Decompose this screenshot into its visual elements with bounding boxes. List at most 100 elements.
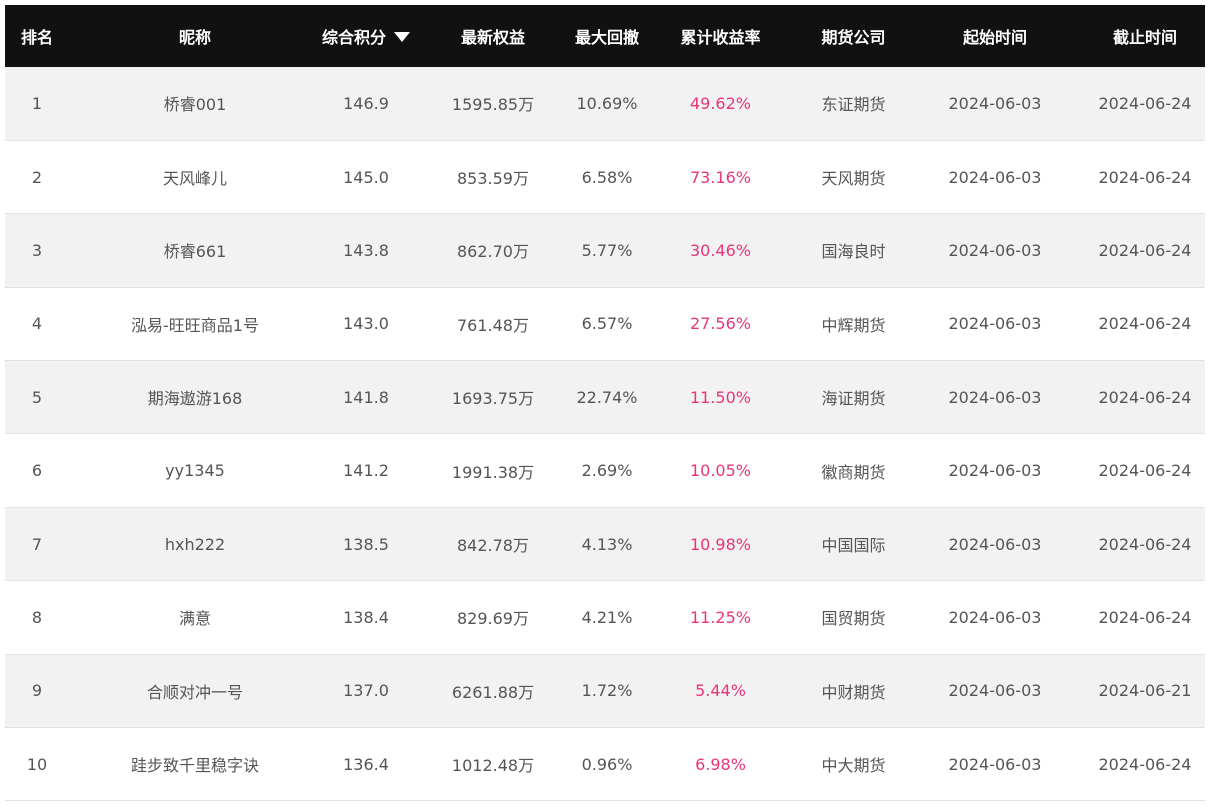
- cell-end-time: 2024-06-24: [1098, 461, 1192, 481]
- header-score[interactable]: 综合积分: [321, 5, 411, 67]
- cell-rank: 3: [31, 240, 43, 260]
- table-row: 9 合顺对冲一号 137.0 6261.88万 1.72% 5.44% 中财期货 2024-0…: [5, 654, 1205, 728]
- cell-start-time: 2024-06-03: [948, 167, 1042, 187]
- cell-start-time: 2024-06-03: [948, 534, 1042, 554]
- cell-end-time: 2024-06-21: [1098, 681, 1192, 701]
- cell-drawdown: 22.74%: [576, 387, 638, 407]
- cell-return: 30.46%: [689, 240, 751, 260]
- cell-drawdown: 6.58%: [581, 167, 633, 187]
- cell-nickname: hxh222: [164, 534, 226, 554]
- cell-company: 国贸期货: [821, 609, 886, 629]
- cell-end-time: 2024-06-24: [1098, 607, 1192, 627]
- cell-nickname: 天风峰儿: [162, 169, 227, 189]
- table-row: 1 桥睿001 146.9 1595.85万 10.69% 49.62% 东证期货 2024-…: [5, 67, 1205, 141]
- header-company: 期货公司: [821, 28, 886, 47]
- cell-equity: 1012.48万: [451, 756, 535, 776]
- header-return: 累计收益率: [680, 28, 761, 47]
- cell-drawdown: 6.57%: [581, 314, 633, 334]
- cell-end-time: 2024-06-24: [1098, 534, 1192, 554]
- cell-rank: 8: [31, 607, 43, 627]
- cell-return: 27.56%: [689, 314, 751, 334]
- cell-rank: 5: [31, 387, 43, 407]
- cell-rank: 7: [31, 534, 43, 554]
- cell-equity: 6261.88万: [451, 682, 535, 702]
- ranking-table: 排名 昵称 综合积分 最新权益 最大回撤 累计收益率 期货公司 起始时间 截止时…: [5, 5, 1205, 801]
- cell-nickname: 合顺对冲一号: [146, 682, 243, 702]
- cell-nickname: 桥睿001: [163, 95, 227, 115]
- cell-equity: 842.78万: [457, 536, 529, 556]
- cell-end-time: 2024-06-24: [1098, 167, 1192, 187]
- cell-equity: 853.59万: [457, 169, 529, 189]
- cell-drawdown: 4.13%: [581, 534, 633, 554]
- cell-company: 东证期货: [821, 95, 886, 115]
- cell-end-time: 2024-06-24: [1098, 754, 1192, 774]
- cell-drawdown: 4.21%: [581, 607, 633, 627]
- table-row: 5 期海遨游168 141.8 1693.75万 22.74% 11.50% 海证期货 202…: [5, 360, 1205, 434]
- header-rank: 排名: [20, 28, 53, 47]
- header-nickname: 昵称: [178, 28, 211, 47]
- cell-nickname: 泓易-旺旺商品1号: [131, 315, 259, 335]
- cell-return: 10.98%: [689, 534, 751, 554]
- cell-return: 10.05%: [689, 461, 751, 481]
- cell-drawdown: 0.96%: [581, 754, 633, 774]
- cell-score: 138.4: [343, 607, 389, 627]
- cell-company: 中国国际: [821, 536, 886, 556]
- cell-end-time: 2024-06-24: [1098, 387, 1192, 407]
- cell-drawdown: 5.77%: [581, 240, 633, 260]
- cell-company: 中大期货: [821, 756, 886, 776]
- cell-equity: 761.48万: [457, 315, 529, 335]
- cell-return: 11.25%: [689, 607, 751, 627]
- header-drawdown: 最大回撤: [575, 28, 640, 47]
- cell-drawdown: 2.69%: [581, 461, 633, 481]
- cell-company: 国海良时: [821, 242, 886, 262]
- cell-score: 141.8: [343, 387, 389, 407]
- table-row: 7 hxh222 138.5 842.78万 4.13% 10.98% 中国国际 2024-0…: [5, 507, 1205, 581]
- cell-company: 中财期货: [821, 682, 886, 702]
- cell-return: 6.98%: [695, 754, 746, 774]
- table-row: 3 桥睿661 143.8 862.70万 5.77% 30.46% 国海良时 2024-06…: [5, 213, 1205, 288]
- cell-start-time: 2024-06-03: [948, 461, 1042, 481]
- cell-score: 143.0: [343, 314, 389, 334]
- cell-return: 5.44%: [695, 681, 746, 701]
- cell-rank: 2: [31, 167, 43, 187]
- sort-descending-icon[interactable]: [394, 32, 410, 42]
- cell-rank: 6: [31, 461, 43, 481]
- cell-score: 136.4: [343, 754, 389, 774]
- cell-equity: 1693.75万: [451, 389, 535, 409]
- cell-start-time: 2024-06-03: [948, 387, 1042, 407]
- cell-rank: 4: [31, 314, 43, 334]
- cell-equity: 1991.38万: [451, 462, 535, 482]
- table-row: 6 yy1345 141.2 1991.38万 2.69% 10.05% 徽商期货 2024-…: [5, 433, 1205, 508]
- cell-score: 141.2: [343, 461, 389, 481]
- cell-return: 73.16%: [689, 167, 751, 187]
- table-body: 1 桥睿001 146.9 1595.85万 10.69% 49.62% 东证期货 2024-…: [5, 67, 1205, 801]
- table-header: 排名 昵称 综合积分 最新权益 最大回撤 累计收益率 期货公司 起始时间 截止时…: [5, 5, 1205, 67]
- cell-equity: 1595.85万: [451, 95, 535, 115]
- cell-company: 徽商期货: [821, 462, 886, 482]
- cell-score: 145.0: [343, 167, 389, 187]
- cell-rank: 10: [26, 754, 48, 774]
- cell-start-time: 2024-06-03: [948, 681, 1042, 701]
- ranking-table-container: 排名 昵称 综合积分 最新权益 最大回撤 累计收益率 期货公司 起始时间 截止时…: [5, 5, 1205, 808]
- cell-drawdown: 1.72%: [581, 681, 633, 701]
- header-equity: 最新权益: [460, 28, 525, 47]
- cell-return: 49.62%: [689, 93, 751, 113]
- cell-start-time: 2024-06-03: [948, 240, 1042, 260]
- cell-score: 146.9: [343, 93, 389, 113]
- header-score-label[interactable]: 综合积分: [322, 28, 386, 47]
- cell-start-time: 2024-06-03: [948, 607, 1042, 627]
- header-start-time: 起始时间: [962, 28, 1027, 47]
- cell-score: 137.0: [343, 681, 389, 701]
- table-row: 4 泓易-旺旺商品1号 143.0 761.48万 6.57% 27.56% 中辉期货 202…: [5, 287, 1205, 361]
- cell-start-time: 2024-06-03: [948, 93, 1042, 113]
- cell-end-time: 2024-06-24: [1098, 240, 1192, 260]
- cell-company: 天风期货: [821, 169, 886, 189]
- cell-equity: 862.70万: [457, 242, 529, 262]
- cell-score: 143.8: [343, 240, 389, 260]
- cell-nickname: 期海遨游168: [147, 389, 243, 409]
- cell-return: 11.50%: [689, 387, 751, 407]
- header-row: 排名 昵称 综合积分 最新权益 最大回撤 累计收益率 期货公司 起始时间 截止时…: [5, 5, 1205, 67]
- cell-drawdown: 10.69%: [576, 93, 638, 113]
- cell-start-time: 2024-06-03: [948, 754, 1042, 774]
- cell-nickname: 跬步致千里稳字诀: [130, 756, 259, 776]
